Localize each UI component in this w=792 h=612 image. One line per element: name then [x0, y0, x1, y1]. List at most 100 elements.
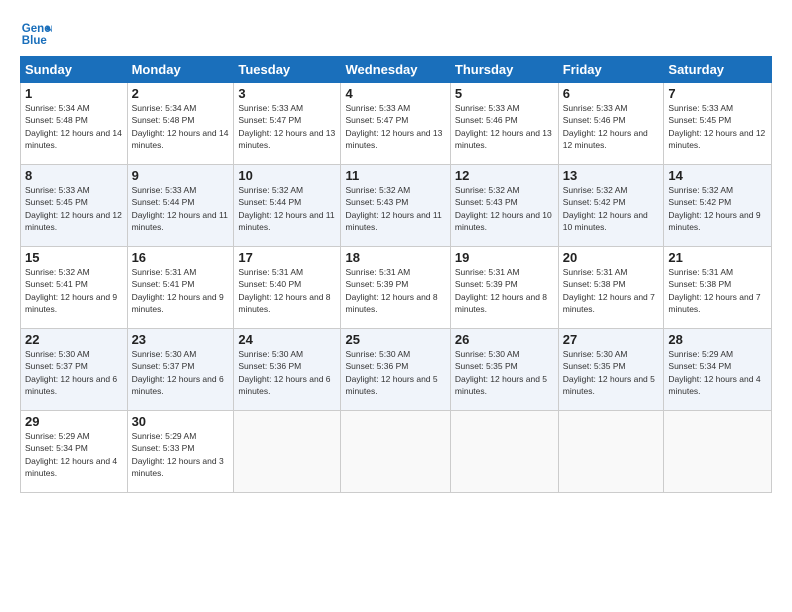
svg-text:Blue: Blue — [22, 35, 48, 47]
table-row: 6Sunrise: 5:33 AMSunset: 5:46 PMDaylight… — [558, 83, 664, 165]
table-row: 4Sunrise: 5:33 AMSunset: 5:47 PMDaylight… — [341, 83, 450, 165]
day-info: Sunrise: 5:33 AMSunset: 5:45 PMDaylight:… — [25, 184, 123, 233]
day-number: 14 — [668, 168, 767, 183]
day-info: Sunrise: 5:32 AMSunset: 5:43 PMDaylight:… — [455, 184, 554, 233]
logo: General Blue — [20, 18, 52, 50]
day-info: Sunrise: 5:32 AMSunset: 5:41 PMDaylight:… — [25, 266, 123, 315]
table-row: 5Sunrise: 5:33 AMSunset: 5:46 PMDaylight… — [450, 83, 558, 165]
day-number: 28 — [668, 332, 767, 347]
day-number: 29 — [25, 414, 123, 429]
day-info: Sunrise: 5:31 AMSunset: 5:38 PMDaylight:… — [668, 266, 767, 315]
day-number: 18 — [345, 250, 445, 265]
table-row: 2Sunrise: 5:34 AMSunset: 5:48 PMDaylight… — [127, 83, 234, 165]
day-number: 8 — [25, 168, 123, 183]
table-row: 1Sunrise: 5:34 AMSunset: 5:48 PMDaylight… — [21, 83, 128, 165]
table-row: 3Sunrise: 5:33 AMSunset: 5:47 PMDaylight… — [234, 83, 341, 165]
day-number: 22 — [25, 332, 123, 347]
table-row: 20Sunrise: 5:31 AMSunset: 5:38 PMDayligh… — [558, 247, 664, 329]
table-row: 22Sunrise: 5:30 AMSunset: 5:37 PMDayligh… — [21, 329, 128, 411]
day-number: 6 — [563, 86, 660, 101]
table-row — [450, 411, 558, 493]
day-info: Sunrise: 5:33 AMSunset: 5:46 PMDaylight:… — [455, 102, 554, 151]
table-row — [234, 411, 341, 493]
day-info: Sunrise: 5:31 AMSunset: 5:39 PMDaylight:… — [345, 266, 445, 315]
calendar: SundayMondayTuesdayWednesdayThursdayFrid… — [20, 56, 772, 493]
weekday-header: Thursday — [450, 57, 558, 83]
day-info: Sunrise: 5:29 AMSunset: 5:34 PMDaylight:… — [668, 348, 767, 397]
day-info: Sunrise: 5:30 AMSunset: 5:37 PMDaylight:… — [132, 348, 230, 397]
table-row: 15Sunrise: 5:32 AMSunset: 5:41 PMDayligh… — [21, 247, 128, 329]
day-info: Sunrise: 5:33 AMSunset: 5:46 PMDaylight:… — [563, 102, 660, 151]
table-row: 24Sunrise: 5:30 AMSunset: 5:36 PMDayligh… — [234, 329, 341, 411]
table-row — [558, 411, 664, 493]
day-number: 1 — [25, 86, 123, 101]
table-row: 8Sunrise: 5:33 AMSunset: 5:45 PMDaylight… — [21, 165, 128, 247]
weekday-header: Sunday — [21, 57, 128, 83]
table-row — [341, 411, 450, 493]
day-info: Sunrise: 5:31 AMSunset: 5:39 PMDaylight:… — [455, 266, 554, 315]
table-row: 30Sunrise: 5:29 AMSunset: 5:33 PMDayligh… — [127, 411, 234, 493]
day-number: 25 — [345, 332, 445, 347]
day-number: 26 — [455, 332, 554, 347]
day-number: 4 — [345, 86, 445, 101]
table-row: 9Sunrise: 5:33 AMSunset: 5:44 PMDaylight… — [127, 165, 234, 247]
day-number: 9 — [132, 168, 230, 183]
table-row: 12Sunrise: 5:32 AMSunset: 5:43 PMDayligh… — [450, 165, 558, 247]
weekday-header: Monday — [127, 57, 234, 83]
table-row: 25Sunrise: 5:30 AMSunset: 5:36 PMDayligh… — [341, 329, 450, 411]
table-row: 10Sunrise: 5:32 AMSunset: 5:44 PMDayligh… — [234, 165, 341, 247]
table-row: 28Sunrise: 5:29 AMSunset: 5:34 PMDayligh… — [664, 329, 772, 411]
table-row: 17Sunrise: 5:31 AMSunset: 5:40 PMDayligh… — [234, 247, 341, 329]
day-info: Sunrise: 5:31 AMSunset: 5:41 PMDaylight:… — [132, 266, 230, 315]
day-info: Sunrise: 5:33 AMSunset: 5:44 PMDaylight:… — [132, 184, 230, 233]
day-number: 24 — [238, 332, 336, 347]
day-info: Sunrise: 5:30 AMSunset: 5:35 PMDaylight:… — [563, 348, 660, 397]
table-row — [664, 411, 772, 493]
day-number: 15 — [25, 250, 123, 265]
day-number: 23 — [132, 332, 230, 347]
day-info: Sunrise: 5:32 AMSunset: 5:44 PMDaylight:… — [238, 184, 336, 233]
day-number: 10 — [238, 168, 336, 183]
weekday-header: Tuesday — [234, 57, 341, 83]
table-row: 18Sunrise: 5:31 AMSunset: 5:39 PMDayligh… — [341, 247, 450, 329]
day-info: Sunrise: 5:32 AMSunset: 5:42 PMDaylight:… — [563, 184, 660, 233]
day-info: Sunrise: 5:34 AMSunset: 5:48 PMDaylight:… — [25, 102, 123, 151]
table-row: 26Sunrise: 5:30 AMSunset: 5:35 PMDayligh… — [450, 329, 558, 411]
day-number: 16 — [132, 250, 230, 265]
day-number: 20 — [563, 250, 660, 265]
day-number: 17 — [238, 250, 336, 265]
day-info: Sunrise: 5:32 AMSunset: 5:43 PMDaylight:… — [345, 184, 445, 233]
table-row: 16Sunrise: 5:31 AMSunset: 5:41 PMDayligh… — [127, 247, 234, 329]
table-row: 19Sunrise: 5:31 AMSunset: 5:39 PMDayligh… — [450, 247, 558, 329]
day-info: Sunrise: 5:33 AMSunset: 5:47 PMDaylight:… — [238, 102, 336, 151]
weekday-header: Wednesday — [341, 57, 450, 83]
table-row: 23Sunrise: 5:30 AMSunset: 5:37 PMDayligh… — [127, 329, 234, 411]
day-info: Sunrise: 5:31 AMSunset: 5:38 PMDaylight:… — [563, 266, 660, 315]
day-number: 27 — [563, 332, 660, 347]
day-info: Sunrise: 5:34 AMSunset: 5:48 PMDaylight:… — [132, 102, 230, 151]
day-number: 19 — [455, 250, 554, 265]
day-number: 13 — [563, 168, 660, 183]
table-row: 29Sunrise: 5:29 AMSunset: 5:34 PMDayligh… — [21, 411, 128, 493]
day-number: 30 — [132, 414, 230, 429]
day-info: Sunrise: 5:32 AMSunset: 5:42 PMDaylight:… — [668, 184, 767, 233]
day-info: Sunrise: 5:33 AMSunset: 5:47 PMDaylight:… — [345, 102, 445, 151]
weekday-header: Friday — [558, 57, 664, 83]
day-info: Sunrise: 5:30 AMSunset: 5:37 PMDaylight:… — [25, 348, 123, 397]
day-number: 7 — [668, 86, 767, 101]
day-number: 21 — [668, 250, 767, 265]
day-info: Sunrise: 5:29 AMSunset: 5:34 PMDaylight:… — [25, 430, 123, 479]
table-row: 27Sunrise: 5:30 AMSunset: 5:35 PMDayligh… — [558, 329, 664, 411]
table-row: 13Sunrise: 5:32 AMSunset: 5:42 PMDayligh… — [558, 165, 664, 247]
weekday-header: Saturday — [664, 57, 772, 83]
table-row: 7Sunrise: 5:33 AMSunset: 5:45 PMDaylight… — [664, 83, 772, 165]
table-row: 11Sunrise: 5:32 AMSunset: 5:43 PMDayligh… — [341, 165, 450, 247]
day-number: 11 — [345, 168, 445, 183]
table-row: 14Sunrise: 5:32 AMSunset: 5:42 PMDayligh… — [664, 165, 772, 247]
day-number: 2 — [132, 86, 230, 101]
day-info: Sunrise: 5:31 AMSunset: 5:40 PMDaylight:… — [238, 266, 336, 315]
day-info: Sunrise: 5:30 AMSunset: 5:36 PMDaylight:… — [345, 348, 445, 397]
day-number: 3 — [238, 86, 336, 101]
day-info: Sunrise: 5:29 AMSunset: 5:33 PMDaylight:… — [132, 430, 230, 479]
day-info: Sunrise: 5:30 AMSunset: 5:35 PMDaylight:… — [455, 348, 554, 397]
